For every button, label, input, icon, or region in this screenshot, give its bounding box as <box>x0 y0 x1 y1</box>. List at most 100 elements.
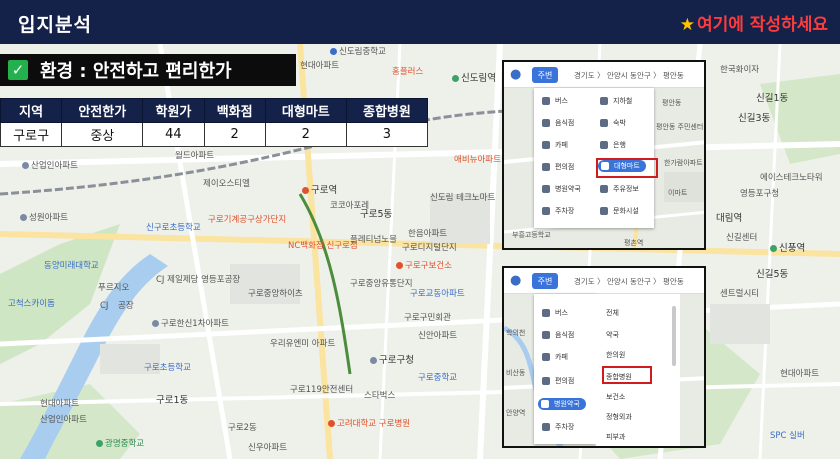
coffee-icon <box>542 141 550 149</box>
panel-topbar: ● 주변 경기도 〉 안양시 동안구 〉 평안동 <box>504 268 704 294</box>
subway-icon <box>452 75 459 82</box>
section-heading: ✓ 환경 : 안전하고 편리한가 <box>0 54 296 86</box>
map-label: 구로역 <box>302 185 337 196</box>
environment-table: 지역 안전한가 학원가 백화점 대형마트 종합병원 구로구 중상 44 2 2 … <box>0 98 429 147</box>
note-label: 여기에 작성하세요 <box>696 15 828 35</box>
map-label: 홈플러스 <box>392 67 424 77</box>
menu-item-convenience[interactable]: 편의점 <box>542 376 574 386</box>
breadcrumb[interactable]: 경기도 〉 안양시 동안구 〉 평안동 <box>574 70 684 81</box>
highlight-box <box>596 158 658 178</box>
table-cell: 중상 <box>61 122 144 147</box>
map-label: 구로중앙유통단지 <box>350 279 413 289</box>
map-label: 구로기계공구상가단지 <box>208 215 287 225</box>
menu-item-hospital[interactable]: 병원약국 <box>542 184 581 194</box>
map-label: 구로초등학교 <box>144 363 191 373</box>
menu-item-convenience[interactable]: 편의점 <box>542 162 574 172</box>
menu-item-bus[interactable]: 버스 <box>542 96 568 106</box>
building-icon <box>22 162 29 169</box>
category-menu: 버스 음식점 카페 편의점 병원약국 주차장 <box>534 294 596 444</box>
submenu-scrollbar[interactable] <box>672 306 676 366</box>
fork-knife-icon <box>542 331 550 339</box>
screenshot-panel-mart: 부흥고등학교 평안동 평촌역 평안동 주민센터 한가람아파트 이마트 ● 주변 … <box>502 60 706 250</box>
table-header-row: 지역 안전한가 학원가 백화점 대형마트 종합병원 <box>0 98 429 123</box>
table-cell: 구로구 <box>0 122 63 147</box>
map-label: SPC 실버 <box>770 431 805 441</box>
menu-item-gas[interactable]: 주유정보 <box>600 184 639 194</box>
column-header: 종합병원 <box>345 98 429 123</box>
menu-item-bus[interactable]: 버스 <box>542 308 568 318</box>
note-text: ★ 여기에 작성하세요 <box>680 10 828 35</box>
checkmark-icon: ✓ <box>8 60 28 80</box>
map-label: 한국화이자 <box>720 65 760 75</box>
menu-item-parking[interactable]: 주차장 <box>542 422 574 432</box>
menu-item-restaurant[interactable]: 음식점 <box>542 330 574 340</box>
store-icon <box>542 377 550 385</box>
menu-item-hospital[interactable]: 병원약국 <box>538 398 586 410</box>
map-label: 구로1동 <box>156 395 189 406</box>
park-icon <box>96 440 103 447</box>
table-cell: 2 <box>203 122 266 147</box>
menu-item-cafe[interactable]: 카페 <box>542 140 568 150</box>
culture-icon <box>600 207 608 215</box>
location-pin-icon[interactable]: ● <box>510 273 524 289</box>
menu-item-culture[interactable]: 문화시설 <box>600 206 639 216</box>
panel-map-label: 평안동 <box>662 99 682 107</box>
menu-item-lodging[interactable]: 숙박 <box>600 118 626 128</box>
breadcrumb[interactable]: 경기도 〉 안양시 동안구 〉 평안동 <box>574 276 684 287</box>
panel-map-label: 평안동 주민센터 <box>656 123 704 131</box>
subway-icon <box>600 97 608 105</box>
menu-item-subway[interactable]: 지하철 <box>600 96 632 106</box>
location-pin-icon[interactable]: ● <box>510 67 524 83</box>
map-label: 애비뉴아파트 <box>454 155 501 165</box>
panel-map-label: 비산동 <box>506 369 526 377</box>
map-label: 고척스카이돔 <box>8 299 55 309</box>
bed-icon <box>600 119 608 127</box>
page-title: 입지분석 <box>18 14 92 36</box>
map-label: CJ <box>100 301 109 311</box>
map-label: 구로교동아파트 <box>410 289 465 299</box>
submenu-item[interactable]: 보건소 <box>606 392 625 402</box>
map-label: 고려대학교 구로병원 <box>328 419 410 429</box>
hospital-icon <box>396 262 403 269</box>
map-label: 센트럴시티 <box>720 289 760 299</box>
submenu-item[interactable]: 한의원 <box>606 350 625 360</box>
panel-map-label: 평촌역 <box>624 239 644 247</box>
submenu-item[interactable]: 정형외과 <box>606 412 632 422</box>
table-cell: 44 <box>142 122 205 147</box>
menu-item-parking[interactable]: 주차장 <box>542 206 574 216</box>
menu-item-bank[interactable]: 은행 <box>600 140 626 150</box>
school-icon <box>330 48 337 55</box>
submenu-item[interactable]: 전체 <box>606 308 619 318</box>
building-icon <box>152 320 159 327</box>
map-label: 광명중학교 <box>96 439 144 449</box>
column-header: 지역 <box>0 98 63 123</box>
bus-icon <box>542 309 550 317</box>
map-label: 신길센터 <box>726 233 758 243</box>
nearby-chip[interactable]: 주변 <box>532 67 558 83</box>
table-row: 구로구 중상 44 2 2 3 <box>0 122 429 147</box>
map-label: 우리유엔미 아파트 <box>270 339 336 349</box>
subway-icon <box>770 245 777 252</box>
map-label: 신도림 테크노마트 <box>430 193 496 203</box>
nearby-chip[interactable]: 주변 <box>532 273 558 289</box>
map-label: 공장 <box>118 301 134 311</box>
menu-item-restaurant[interactable]: 음식점 <box>542 118 574 128</box>
table-cell: 3 <box>345 122 429 147</box>
submenu-item[interactable]: 피부과 <box>606 432 625 442</box>
star-icon: ★ <box>679 15 695 35</box>
map-label: 신구로초등학교 <box>146 223 201 233</box>
submenu-item[interactable]: 약국 <box>606 330 619 340</box>
map-label: 구로2동 <box>228 423 257 433</box>
map-label: 구로구민회관 <box>404 313 451 323</box>
government-icon <box>370 357 377 364</box>
fork-knife-icon <box>542 119 550 127</box>
menu-item-cafe[interactable]: 카페 <box>542 352 568 362</box>
panel-map-label: 한가람아파트 <box>664 159 703 167</box>
map-label: 스타벅스 <box>364 391 396 401</box>
map-label: 월드아파트 <box>175 151 215 161</box>
map-label: NC백화점 신구로점 <box>288 241 358 251</box>
map-label: 신안아파트 <box>418 331 458 341</box>
map-label: 신도림중학교 <box>330 47 386 57</box>
map-label: 구로구보건소 <box>396 261 452 271</box>
section-heading-text: 환경 : 안전하고 편리한가 <box>40 61 232 82</box>
